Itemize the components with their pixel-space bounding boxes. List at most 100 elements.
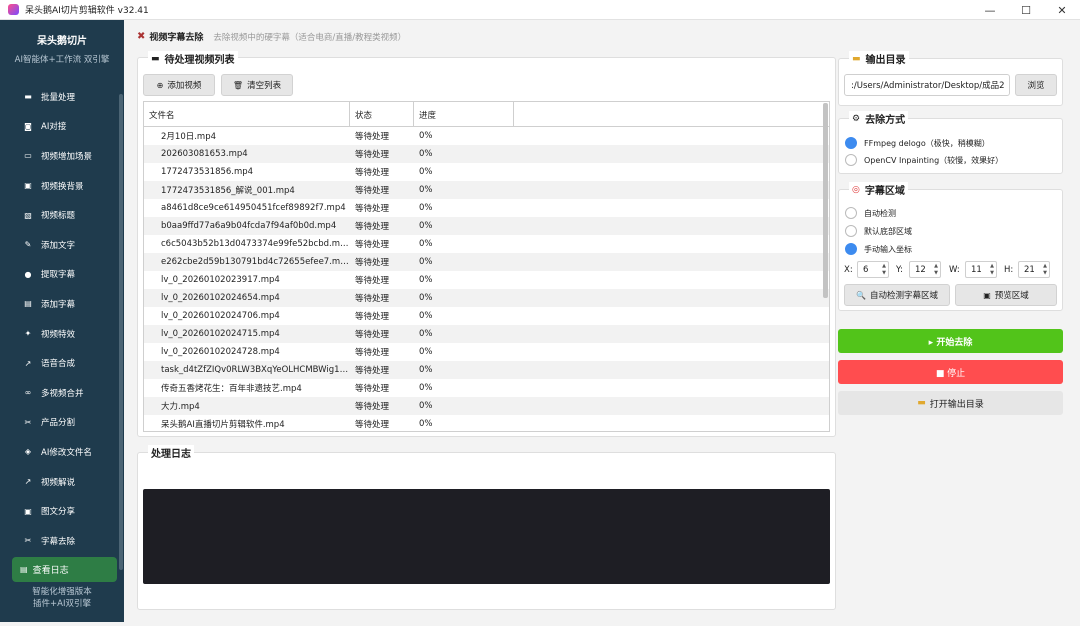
preview-region-button[interactable]: ▣ 预览区域 <box>955 284 1057 306</box>
column-status[interactable]: 状态 <box>350 102 414 127</box>
minimize-icon[interactable]: — <box>972 0 1008 20</box>
robot-icon: ◙ <box>24 121 32 131</box>
sidebar-item[interactable]: ▣ 图文分享 <box>0 496 118 526</box>
start-button[interactable]: ▸ 开始去除 <box>838 329 1063 353</box>
coord-y-input[interactable]: 12 ▲ ▼ <box>909 261 941 278</box>
cell-filename: lv_0_20260102024728.mp4 <box>161 347 280 357</box>
add-file-icon: ⊕ <box>156 80 164 90</box>
film-icon: ▧ <box>24 210 32 220</box>
sidebar-item[interactable]: ✂ 字幕去除 <box>0 526 118 556</box>
sidebar-item[interactable]: ▣ 视频换背景 <box>0 171 118 201</box>
table-row[interactable]: 呆头鹅AI直播切片剪辑软件.mp4 等待处理 0% <box>144 415 829 431</box>
spin-arrows-icon[interactable]: ▲ ▼ <box>1042 263 1048 277</box>
browse-button[interactable]: 浏览 <box>1015 74 1057 96</box>
view-log-button[interactable]: ▤ 查看日志 <box>12 557 117 582</box>
table-scrollbar[interactable] <box>823 103 828 298</box>
clear-list-button[interactable]: 🗑 清空列表 <box>221 74 293 96</box>
spin-arrows-icon[interactable]: ▲ ▼ <box>989 263 995 277</box>
cell-filename: lv_0_20260102024654.mp4 <box>161 293 280 303</box>
table-row[interactable]: 202603081653.mp4 等待处理 0% <box>144 145 829 163</box>
sidebar-item[interactable]: ↗ 视频解说 <box>0 467 118 497</box>
cell-filename: a8461d8ce9ce614950451fcef89892f7.mp4 <box>161 203 346 213</box>
sidebar-item[interactable]: ✦ 视频特效 <box>0 319 118 349</box>
footer-line-2: 插件+AI双引擎 <box>33 599 91 609</box>
region-manual-radio[interactable]: 手动输入坐标 <box>845 243 912 255</box>
page-description: 去除视频中的硬字幕（适合电商/直播/教程类视频） <box>213 32 407 43</box>
coord-h-input[interactable]: 21 ▲ ▼ <box>1018 261 1050 278</box>
footer-line-1: 智能化增强版本 <box>32 587 92 597</box>
cell-filename: 1772473531856.mp4 <box>161 167 254 177</box>
cell-progress: 0% <box>419 203 433 213</box>
region-bottom-radio[interactable]: 默认底部区域 <box>845 225 912 237</box>
sidebar-item-label: 图文分享 <box>41 507 76 518</box>
spin-arrows-icon[interactable]: ▲ ▼ <box>881 263 887 277</box>
column-progress[interactable]: 进度 <box>414 102 514 127</box>
search-icon: 🔍 <box>856 290 866 300</box>
folder-icon: ▬ <box>151 53 160 64</box>
coord-x-input[interactable]: 6 ▲ ▼ <box>857 261 889 278</box>
cell-progress: 0% <box>419 185 433 195</box>
coord-w-label: W: <box>949 265 960 275</box>
table-row[interactable]: 传奇五香烤花生：百年非遗技艺.mp4 等待处理 0% <box>144 379 829 397</box>
cell-status: 等待处理 <box>355 150 390 160</box>
page-title: 视频字幕去除 <box>149 33 204 43</box>
cell-progress: 0% <box>419 329 433 339</box>
sidebar-item[interactable]: ∞ 多视频合并 <box>0 378 118 408</box>
close-icon[interactable]: ✕ <box>1044 0 1080 20</box>
cell-status: 等待处理 <box>355 132 390 142</box>
sidebar-item[interactable]: ▤ 添加字幕 <box>0 289 118 319</box>
coord-h-label: H: <box>1004 265 1014 275</box>
sidebar-item[interactable]: ◈ AI修改文件名 <box>0 437 118 467</box>
table-row[interactable]: lv_0_20260102024706.mp4 等待处理 0% <box>144 307 829 325</box>
sidebar-scrollbar[interactable] <box>119 94 123 570</box>
sidebar-item[interactable]: ▬ 批量处理 <box>0 82 118 112</box>
sidebar-item-label: 产品分割 <box>41 418 76 429</box>
sidebar-item[interactable]: ● 提取字幕 <box>0 260 118 290</box>
coord-w-input[interactable]: 11 ▲ ▼ <box>965 261 997 278</box>
output-path-input[interactable]: :/Users/Administrator/Desktop/成品2 <box>844 74 1010 96</box>
sidebar-item[interactable]: ↗ 语音合成 <box>0 348 118 378</box>
table-row[interactable]: 1772473531856.mp4 等待处理 0% <box>144 163 829 181</box>
table-row[interactable]: lv_0_20260102024654.mp4 等待处理 0% <box>144 289 829 307</box>
table-row[interactable]: lv_0_20260102024728.mp4 等待处理 0% <box>144 343 829 361</box>
radio-unselected-icon <box>845 225 857 237</box>
picture-icon: ▣ <box>983 290 991 300</box>
table-row[interactable]: e262cbe2d59b130791bd4c72655efee7.mp4 等待处理… <box>144 253 829 271</box>
table-row[interactable]: lv_0_20260102024715.mp4 等待处理 0% <box>144 325 829 343</box>
table-row[interactable]: 1772473531856_解说_001.mp4 等待处理 0% <box>144 181 829 199</box>
sidebar-item[interactable]: ▭ 视频增加场景 <box>0 141 118 171</box>
auto-detect-region-button[interactable]: 🔍 自动检测字幕区域 <box>844 284 950 306</box>
table-row[interactable]: task_d4tZfZIQv0RLW3BXqYeOLHCMBWig1D... 等待… <box>144 361 829 379</box>
stop-button[interactable]: ■ 停止 <box>838 360 1063 384</box>
sidebar-item[interactable]: ✎ 添加文字 <box>0 230 118 260</box>
table-row[interactable]: a8461d8ce9ce614950451fcef89892f7.mp4 等待处理… <box>144 199 829 217</box>
table-row[interactable]: 2月10日.mp4 等待处理 0% <box>144 127 829 145</box>
table-row[interactable]: lv_0_20260102023917.mp4 等待处理 0% <box>144 271 829 289</box>
output-title: ▬ 输出目录 <box>849 51 909 66</box>
page-header: ✖ 视频字幕去除 去除视频中的硬字幕（适合电商/直播/教程类视频） <box>137 30 406 43</box>
table-row[interactable]: 大力.mp4 等待处理 0% <box>144 397 829 415</box>
method-ffmpeg-radio[interactable]: FFmpeg delogo（极快，稍模糊） <box>845 137 990 149</box>
scissors-icon: ✂ <box>24 417 32 427</box>
region-auto-radio[interactable]: 自动检测 <box>845 207 896 219</box>
cell-progress: 0% <box>419 347 433 357</box>
sidebar-item[interactable]: ✂ 产品分割 <box>0 408 118 438</box>
cell-progress: 0% <box>419 311 433 321</box>
column-filename[interactable]: 文件名 <box>144 102 350 127</box>
sidebar: 呆头鹅切片 AI智能体+工作流 双引擎 ▬ 批量处理 ◙ AI对接 ▭ 视频增加场景 ▣ 视频… <box>0 20 124 622</box>
sidebar-item[interactable]: ◙ AI对接 <box>0 112 118 142</box>
folder-icon: ▬ <box>852 53 861 64</box>
open-output-button[interactable]: ▬ 打开输出目录 <box>838 391 1063 415</box>
keyboard-icon: ▭ <box>24 151 32 161</box>
method-opencv-radio[interactable]: OpenCV Inpainting（较慢，效果好） <box>845 154 1003 166</box>
table-row[interactable]: c6c5043b52b13d0473374e99fe52bcbd.mp4 等待处理… <box>144 235 829 253</box>
spin-arrows-icon[interactable]: ▲ ▼ <box>933 263 939 277</box>
sidebar-item[interactable]: ▧ 视频标题 <box>0 200 118 230</box>
window-title: 呆头鹅AI切片剪辑软件 v32.41 <box>25 6 149 16</box>
log-output[interactable] <box>143 489 830 584</box>
add-video-button[interactable]: ⊕ 添加视频 <box>143 74 215 96</box>
maximize-icon[interactable]: ☐ <box>1008 0 1044 20</box>
sidebar-item-label: 视频换背景 <box>41 181 84 192</box>
table-row[interactable]: b0aa9ffd77a6a9b04fcda7f94af0b0d.mp4 等待处理 0… <box>144 217 829 235</box>
cell-progress: 0% <box>419 131 433 141</box>
